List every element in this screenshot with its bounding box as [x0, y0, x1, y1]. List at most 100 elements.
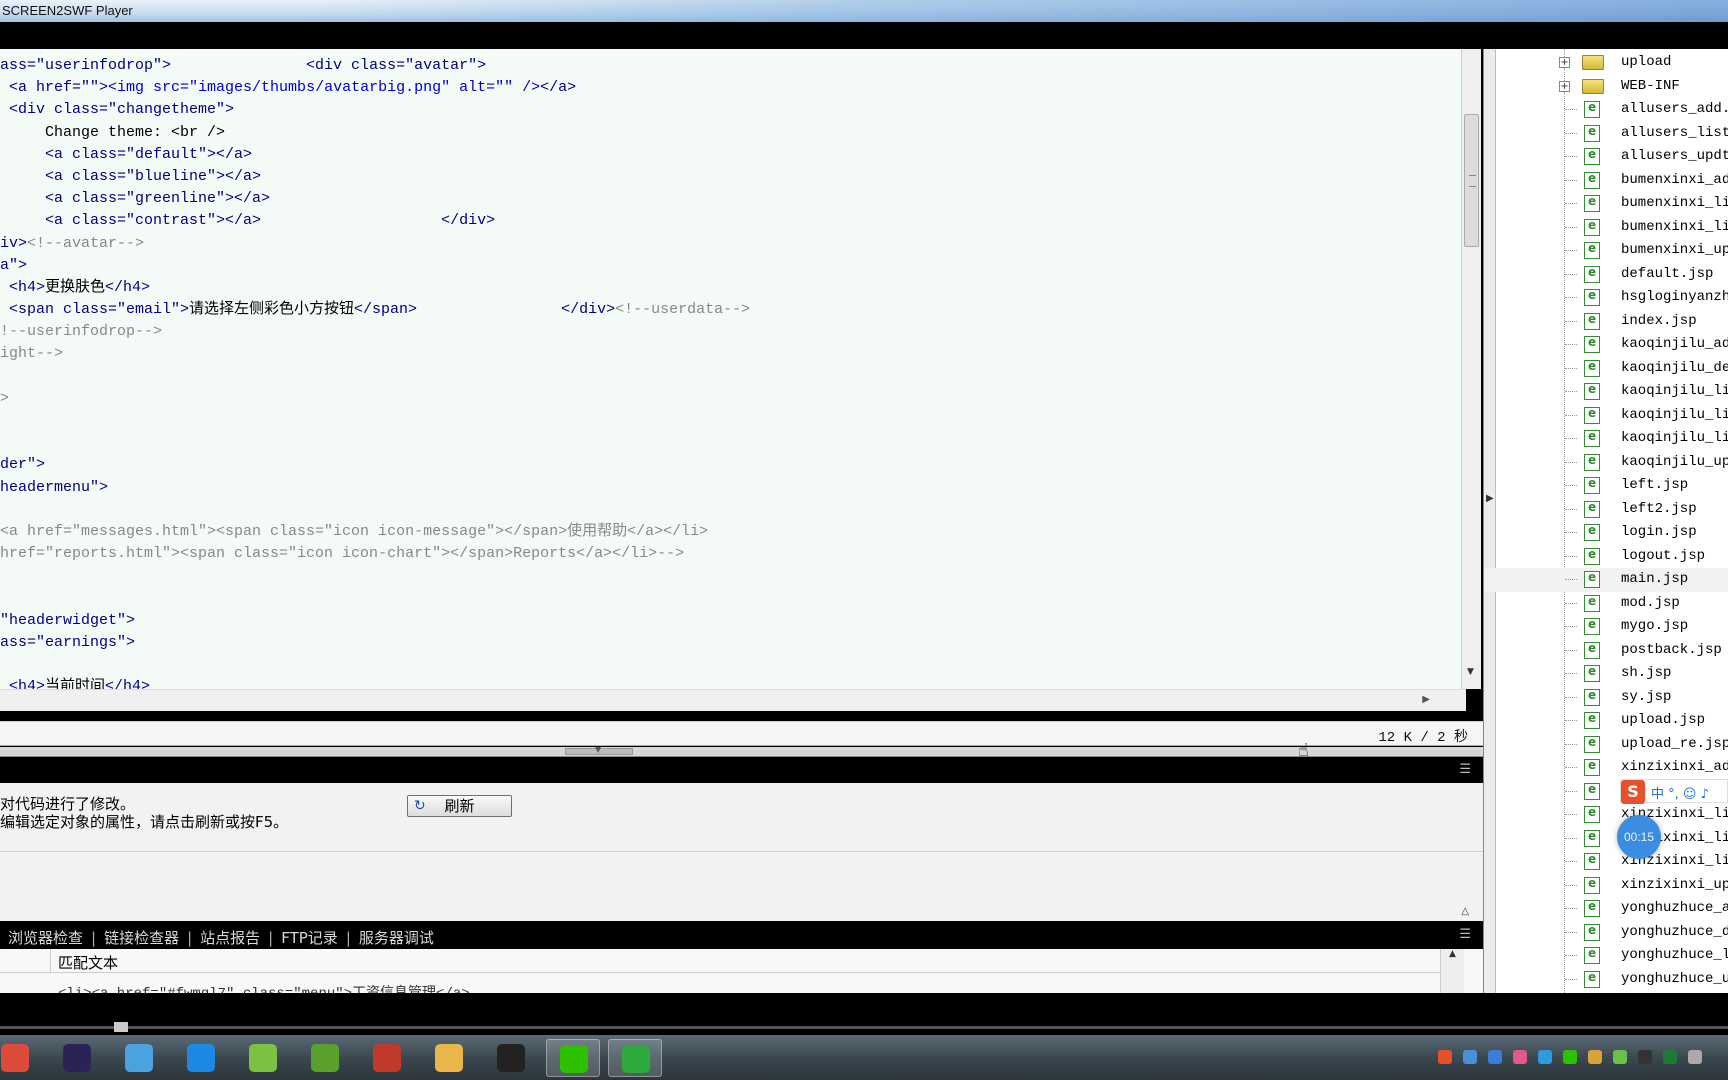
splitter-handle[interactable]: ▼ [565, 745, 633, 755]
tree-file[interactable]: xinzixinxi_li [1484, 850, 1728, 874]
tree-file[interactable]: xinzixinxi_up [1484, 874, 1728, 898]
tree-file[interactable]: postback.jsp [1484, 639, 1728, 663]
flower-tray-icon[interactable] [1513, 1050, 1527, 1064]
app-tray-icon[interactable] [1613, 1050, 1627, 1064]
tree-file[interactable]: bumenxinxi_ad [1484, 169, 1728, 193]
tree-file[interactable]: hsgloginyanzh [1484, 286, 1728, 310]
taskbar-button[interactable] [174, 1039, 228, 1077]
results-tab[interactable]: 链接检查器 [96, 927, 187, 948]
code-line[interactable] [0, 499, 750, 521]
network-tray-icon[interactable] [1463, 1050, 1477, 1064]
tree-file[interactable]: xinzixinxi_li [1484, 827, 1728, 851]
recording-timer[interactable]: 00:15 [1617, 815, 1661, 859]
results-tab[interactable]: 站点报告 [192, 927, 268, 948]
tree-file[interactable]: kaoqinjilu_li [1484, 427, 1728, 451]
tree-file[interactable]: left2.jsp [1484, 498, 1728, 522]
tree-file[interactable]: yonghuzhuce_a [1484, 897, 1728, 921]
taskbar-button[interactable] [50, 1039, 104, 1077]
tree-file[interactable]: main.jsp [1484, 568, 1728, 592]
code-lines[interactable]: ass="userinfodrop"> <div class="avatar">… [0, 55, 750, 698]
tree-file[interactable]: sy.jsp [1484, 686, 1728, 710]
code-line[interactable]: "headerwidget"> [0, 610, 750, 632]
code-line[interactable]: Change theme: <br /> [0, 122, 750, 144]
tree-file[interactable]: default.jsp [1484, 263, 1728, 287]
code-line[interactable]: <a class="contrast"></a> </div> [0, 210, 750, 232]
code-editor[interactable]: ass="userinfodrop"> <div class="avatar">… [0, 49, 1466, 695]
tree-file[interactable]: bumenxinxi_up [1484, 239, 1728, 263]
code-line[interactable] [0, 366, 750, 388]
sogou-tray-icon[interactable] [1438, 1050, 1452, 1064]
code-line[interactable]: <a href=""><img src="images/thumbs/avata… [0, 77, 750, 99]
speaker-tray-icon[interactable] [1588, 1050, 1602, 1064]
tree-file[interactable]: kaoqinjilu_up [1484, 451, 1728, 475]
tree-file[interactable]: kaoqinjilu_ad [1484, 333, 1728, 357]
tree-file[interactable]: xinzixinxi_ad [1484, 756, 1728, 780]
tree-file[interactable]: allusers_updt [1484, 145, 1728, 169]
taskbar-button[interactable] [0, 1039, 42, 1077]
tree-file[interactable]: bumenxinxi_li [1484, 192, 1728, 216]
expand-up-icon[interactable]: △ [1461, 906, 1469, 917]
tree-file[interactable]: index.jsp [1484, 310, 1728, 334]
code-line[interactable]: <div class="changetheme"> [0, 99, 750, 121]
code-line[interactable]: !--userinfodrop--> [0, 321, 750, 343]
results-options-icon[interactable]: ☰ [1459, 927, 1471, 942]
scroll-down-arrow-icon[interactable]: ▼ [1467, 667, 1474, 677]
tree-file[interactable]: yonghuzhuce_l [1484, 944, 1728, 968]
code-line[interactable]: <a class="blueline"></a> [0, 166, 750, 188]
taskbar-button[interactable] [236, 1039, 290, 1077]
tree-file[interactable]: mod.jsp [1484, 592, 1728, 616]
code-line[interactable]: der"> [0, 454, 750, 476]
code-line[interactable]: <a href="messages.html"><span class="ico… [0, 521, 750, 543]
results-scrollbar[interactable]: ▲ [1440, 949, 1464, 993]
scroll-up-arrow-icon[interactable]: ▲ [1449, 949, 1456, 959]
results-tab[interactable]: 浏览器检查 [0, 927, 91, 948]
wechat-tray-icon[interactable] [1563, 1050, 1577, 1064]
tree-file[interactable]: sh.jsp [1484, 662, 1728, 686]
code-line[interactable] [0, 410, 750, 432]
tree-file[interactable]: allusers_list [1484, 122, 1728, 146]
ime-controls[interactable]: 中 °, ☺ ♪ [1651, 783, 1709, 802]
qq-tray-icon[interactable] [1638, 1050, 1652, 1064]
results-tab[interactable]: FTP记录 [273, 927, 346, 948]
sogou-logo-icon[interactable]: S [1621, 780, 1645, 804]
results-tab[interactable]: 服务器调试 [351, 927, 442, 948]
security-tray-icon[interactable] [1538, 1050, 1552, 1064]
scroll-right-arrow-icon[interactable]: ▶ [1422, 694, 1430, 705]
taskbar-button[interactable] [484, 1039, 538, 1077]
code-line[interactable]: <h4>更换肤色</h4> [0, 277, 750, 299]
tree-file[interactable]: bumenxinxi_li [1484, 216, 1728, 240]
code-line[interactable]: <a class="default"></a> [0, 144, 750, 166]
tree-file[interactable]: yonghuzhuce_d [1484, 921, 1728, 945]
panel-options-icon[interactable]: ☰ [1459, 762, 1471, 777]
tree-file[interactable]: left.jsp [1484, 474, 1728, 498]
ime-toolbar[interactable]: S 中 °, ☺ ♪ [1620, 779, 1728, 804]
tree-folder[interactable]: + WEB-INF [1484, 75, 1728, 99]
panel-splitter[interactable]: ▼ [0, 745, 1483, 757]
code-line[interactable]: ass="earnings"> [0, 632, 750, 654]
taskbar-button[interactable] [360, 1039, 414, 1077]
tree-file[interactable]: upload.jsp [1484, 709, 1728, 733]
code-line[interactable]: <span class="email">请选择左侧彩色小方按钮</span> <… [0, 299, 750, 321]
playback-knob[interactable] [114, 1022, 128, 1032]
expand-plus-icon[interactable]: + [1559, 57, 1570, 68]
playback-slider[interactable] [0, 1026, 1728, 1029]
battery-tray-icon[interactable] [1663, 1050, 1677, 1064]
code-line[interactable]: a"> [0, 255, 750, 277]
tree-file[interactable]: kaoqinjilu_li [1484, 404, 1728, 428]
match-text-column[interactable]: 匹配文本 [58, 952, 118, 973]
taskbar-button[interactable] [112, 1039, 166, 1077]
editor-vertical-scrollbar[interactable]: ▼ [1461, 49, 1481, 689]
code-line[interactable] [0, 432, 750, 454]
refresh-button[interactable]: ↻ 刷新 [407, 795, 512, 817]
tree-file[interactable]: kaoqinjilu_de [1484, 357, 1728, 381]
tree-file[interactable]: yonghuzhuce_u [1484, 968, 1728, 992]
tree-file[interactable]: mygo.jsp [1484, 615, 1728, 639]
code-line[interactable]: <a class="greenline"></a> [0, 188, 750, 210]
code-line[interactable]: ight--> [0, 343, 750, 365]
code-line[interactable] [0, 588, 750, 610]
scroll-thumb[interactable] [1464, 114, 1479, 247]
code-line[interactable]: href="reports.html"><span class="icon ic… [0, 543, 750, 565]
code-line[interactable] [0, 565, 750, 587]
code-line[interactable]: > [0, 388, 750, 410]
tree-file[interactable]: xinzixinxi_li [1484, 803, 1728, 827]
